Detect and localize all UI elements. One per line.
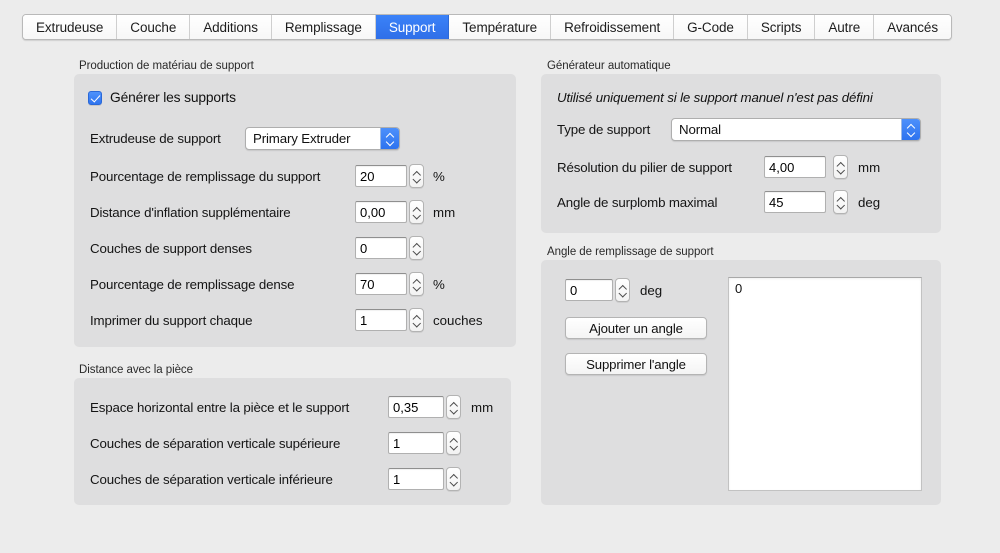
add-angle-button[interactable]: Ajouter un angle — [565, 317, 707, 339]
tab-couche[interactable]: Couche — [117, 15, 191, 39]
list-item[interactable]: 0 — [729, 278, 921, 296]
tab-bar: Extrudeuse Couche Additions Remplissage … — [22, 14, 952, 40]
angle-list[interactable]: 0 — [728, 277, 922, 491]
tab-avances[interactable]: Avancés — [874, 15, 951, 39]
lower-vertical-separation-stepper[interactable] — [446, 467, 461, 491]
dense-support-layers-input[interactable]: 0 — [355, 237, 407, 259]
support-infill-angle-stepper[interactable] — [615, 278, 630, 302]
dense-support-layers-stepper[interactable] — [409, 236, 424, 260]
max-overhang-angle-stepper[interactable] — [833, 190, 848, 214]
tab-support[interactable]: Support — [375, 15, 450, 39]
support-infill-angle-input[interactable]: 0 — [565, 279, 613, 301]
generate-supports-label: Générer les supports — [110, 90, 236, 105]
remove-angle-button[interactable]: Supprimer l'angle — [565, 353, 707, 375]
tab-temperature[interactable]: Température — [449, 15, 552, 39]
tab-additions[interactable]: Additions — [190, 15, 272, 39]
upper-vertical-separation-label: Couches de séparation verticale supérieu… — [90, 436, 341, 451]
group-title-angle: Angle de remplissage de support — [547, 246, 714, 258]
tab-remplissage[interactable]: Remplissage — [271, 15, 376, 39]
chevron-updown-icon[interactable] — [380, 128, 399, 149]
max-overhang-angle-label: Angle de surplomb maximal — [557, 195, 718, 210]
extra-inflation-distance-unit: mm — [433, 205, 456, 220]
support-extruder-label: Extrudeuse de support — [90, 131, 221, 146]
upper-vertical-separation-input[interactable]: 1 — [388, 432, 444, 454]
generate-supports-row[interactable]: Générer les supports — [88, 90, 236, 105]
horizontal-gap-label: Espace horizontal entre la pièce et le s… — [90, 400, 350, 415]
tab-gcode[interactable]: G-Code — [674, 15, 748, 39]
support-infill-percent-unit: % — [433, 169, 445, 184]
max-overhang-angle-input[interactable]: 45 — [764, 191, 826, 213]
dense-infill-percent-unit: % — [433, 277, 445, 292]
dense-infill-percent-label: Pourcentage de remplissage dense — [90, 277, 295, 292]
group-title-generator: Générateur automatique — [547, 60, 671, 72]
pillar-resolution-unit: mm — [858, 160, 881, 175]
print-support-every-unit: couches — [433, 313, 483, 328]
pillar-resolution-input[interactable]: 4,00 — [764, 156, 826, 178]
support-infill-percent-stepper[interactable] — [409, 164, 424, 188]
preferences-window: Extrudeuse Couche Additions Remplissage … — [0, 0, 1000, 553]
lower-vertical-separation-label: Couches de séparation verticale inférieu… — [90, 472, 333, 487]
chevron-updown-icon[interactable] — [901, 119, 920, 140]
print-support-every-label: Imprimer du support chaque — [90, 313, 253, 328]
print-support-every-input[interactable]: 1 — [355, 309, 407, 331]
print-support-every-stepper[interactable] — [409, 308, 424, 332]
support-infill-angle-unit: deg — [640, 283, 663, 298]
tab-extrudeuse[interactable]: Extrudeuse — [23, 15, 118, 39]
support-extruder-value: Primary Extruder — [253, 131, 351, 146]
horizontal-gap-unit: mm — [471, 400, 494, 415]
dense-infill-percent-input[interactable]: 70 — [355, 273, 407, 295]
extra-inflation-distance-label: Distance d'inflation supplémentaire — [90, 205, 291, 220]
extra-inflation-distance-stepper[interactable] — [409, 200, 424, 224]
extra-inflation-distance-input[interactable]: 0,00 — [355, 201, 407, 223]
support-infill-percent-label: Pourcentage de remplissage du support — [90, 169, 321, 184]
support-type-select[interactable]: Normal — [671, 118, 921, 141]
generate-supports-checkbox[interactable] — [88, 90, 102, 105]
horizontal-gap-input[interactable]: 0,35 — [388, 396, 444, 418]
dense-infill-percent-stepper[interactable] — [409, 272, 424, 296]
tab-scripts[interactable]: Scripts — [747, 15, 816, 39]
group-title-distance: Distance avec la pièce — [79, 364, 193, 376]
tab-refroidissement[interactable]: Refroidissement — [551, 15, 675, 39]
support-type-value: Normal — [679, 122, 721, 137]
group-title-production: Production de matériau de support — [79, 60, 254, 72]
max-overhang-angle-unit: deg — [858, 195, 881, 210]
generator-note: Utilisé uniquement si le support manuel … — [557, 90, 873, 105]
lower-vertical-separation-input[interactable]: 1 — [388, 468, 444, 490]
tab-autre[interactable]: Autre — [815, 15, 875, 39]
support-infill-percent-input[interactable]: 20 — [355, 165, 407, 187]
pillar-resolution-label: Résolution du pilier de support — [557, 160, 732, 175]
pillar-resolution-stepper[interactable] — [833, 155, 848, 179]
upper-vertical-separation-stepper[interactable] — [446, 431, 461, 455]
horizontal-gap-stepper[interactable] — [446, 395, 461, 419]
dense-support-layers-label: Couches de support denses — [90, 241, 252, 256]
support-type-label: Type de support — [557, 122, 651, 137]
support-extruder-select[interactable]: Primary Extruder — [245, 127, 400, 150]
